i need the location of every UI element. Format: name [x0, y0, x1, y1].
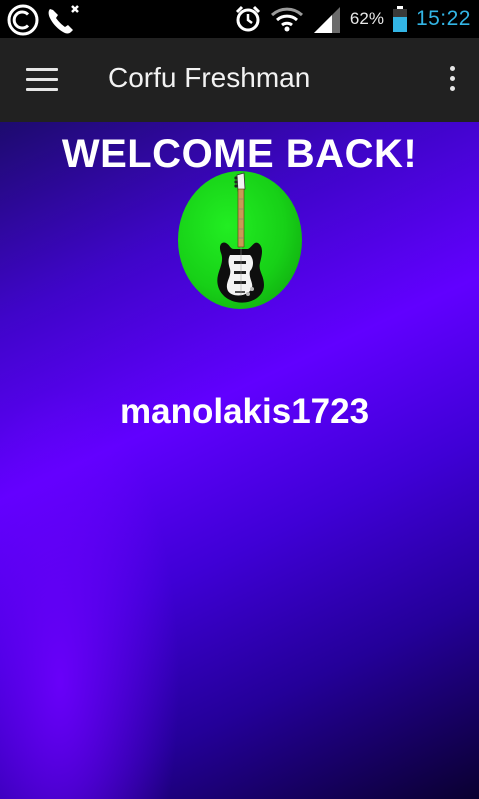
- overflow-menu-icon[interactable]: [447, 66, 457, 96]
- status-time: 15:22: [415, 7, 471, 30]
- avatar: [178, 171, 302, 309]
- welcome-screen: WELCOME BACK! manolakis1723: [0, 122, 479, 799]
- action-bar: Corfu Freshman: [0, 38, 479, 122]
- status-bar: 62% 15:22: [0, 0, 479, 38]
- signal-icon: [313, 7, 340, 33]
- status-right-icons: 62% 15:22: [234, 0, 471, 38]
- electric-guitar-icon: [217, 172, 264, 303]
- battery-icon: [392, 6, 407, 32]
- alarm-icon: [235, 5, 260, 32]
- wifi-icon: [270, 7, 303, 32]
- app-title: Corfu Freshman: [108, 62, 311, 93]
- menu-icon[interactable]: [26, 68, 58, 92]
- battery-percent: 62%: [349, 9, 384, 28]
- phone-missed-icon: [48, 5, 79, 34]
- username: manolakis1723: [120, 392, 370, 431]
- carrier-c-icon: [7, 4, 39, 36]
- status-left-icons: [6, 3, 84, 37]
